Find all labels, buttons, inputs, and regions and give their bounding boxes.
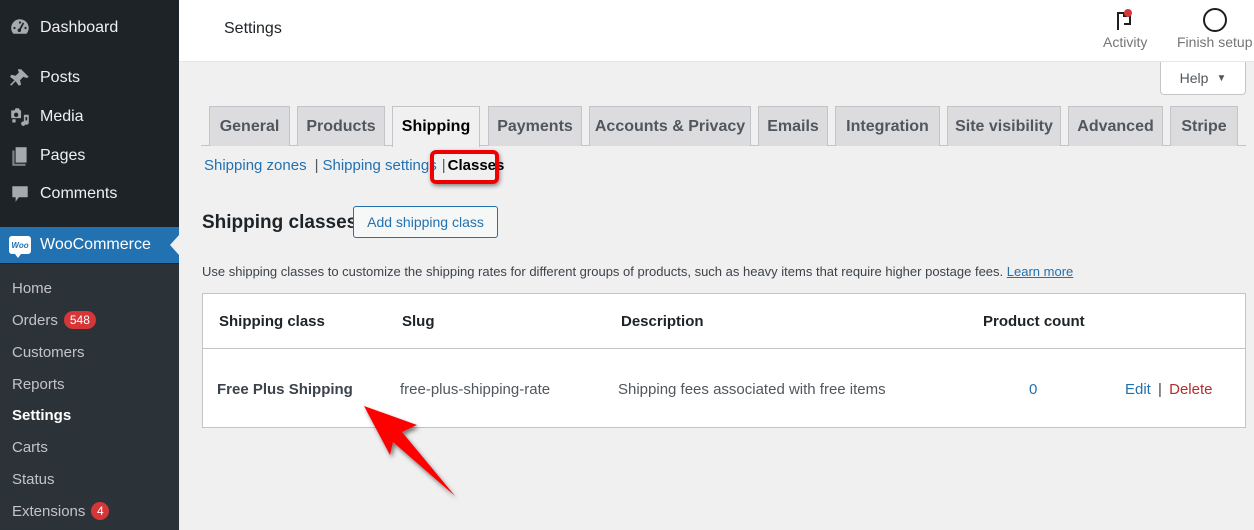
submenu-item-home[interactable]: Home <box>12 276 52 300</box>
settings-tabs: General Products Shipping Payments Accou… <box>201 106 1246 147</box>
current-menu-arrow <box>170 235 179 255</box>
media-icon <box>0 106 40 128</box>
tab-emails[interactable]: Emails <box>758 106 828 146</box>
tab-site-visibility[interactable]: Site visibility <box>947 106 1061 146</box>
annotation-highlight-box <box>430 150 499 184</box>
woocommerce-header: Settings Activity Finish setup <box>179 0 1254 62</box>
activity-button[interactable]: Activity <box>1103 6 1147 50</box>
sidebar-item-label: Media <box>40 108 84 125</box>
sidebar-item-comments[interactable]: Comments <box>0 176 179 212</box>
dashboard-icon <box>0 17 40 39</box>
tab-advanced[interactable]: Advanced <box>1068 106 1163 146</box>
edit-link[interactable]: Edit <box>1125 381 1151 398</box>
sidebar-item-label: Posts <box>40 69 81 86</box>
tab-payments[interactable]: Payments <box>488 106 582 146</box>
section-title: Shipping classes <box>202 212 358 233</box>
add-shipping-class-button[interactable]: Add shipping class <box>353 206 498 238</box>
section-description: Use shipping classes to customize the sh… <box>202 264 1073 279</box>
sidebar-item-label: Pages <box>40 147 86 164</box>
extensions-count-badge: 4 <box>91 502 110 520</box>
tab-general[interactable]: General <box>209 106 290 146</box>
tab-accounts-privacy[interactable]: Accounts & Privacy <box>589 106 751 146</box>
help-label: Help <box>1179 70 1209 86</box>
page-title: Settings <box>224 20 282 37</box>
submenu-label: Orders <box>12 311 58 329</box>
submenu-label: Carts <box>12 438 48 456</box>
annotation-arrow-icon <box>364 406 455 496</box>
column-header-shipping-class: Shipping class <box>219 313 325 330</box>
submenu-item-extensions[interactable]: Extensions 4 <box>12 499 110 523</box>
shipping-class-name: Free Plus Shipping <box>217 381 353 398</box>
sidebar-item-label: Comments <box>40 185 118 202</box>
column-header-description: Description <box>621 313 704 330</box>
woocommerce-submenu: Home Orders 548 Customers Reports Setting… <box>0 264 179 530</box>
product-count-link[interactable]: 0 <box>1029 381 1037 398</box>
woocommerce-icon: Woo <box>9 236 31 258</box>
help-button[interactable]: Help ▼ <box>1160 62 1246 95</box>
submenu-label: Home <box>12 279 53 297</box>
delete-link[interactable]: Delete <box>1169 381 1212 398</box>
subnav-shipping-settings[interactable]: Shipping settings <box>322 157 436 174</box>
subnav-shipping-zones[interactable]: Shipping zones <box>204 157 307 174</box>
description-text: Use shipping classes to customize the sh… <box>202 264 1004 279</box>
table-header: Shipping class Slug Description Product … <box>203 294 1245 349</box>
submenu-item-settings[interactable]: Settings <box>12 403 71 427</box>
submenu-item-customers[interactable]: Customers <box>12 340 85 364</box>
progress-ring-icon <box>1202 6 1228 34</box>
sidebar-item-woocommerce[interactable]: Woo WooCommerce <box>0 227 179 263</box>
sidebar-item-label: Dashboard <box>40 19 119 36</box>
submenu-item-orders[interactable]: Orders 548 <box>12 308 96 332</box>
submenu-item-status[interactable]: Status <box>12 467 55 491</box>
sidebar-item-pages[interactable]: Pages <box>0 138 179 174</box>
flag-icon <box>1114 6 1136 34</box>
orders-count-badge: 548 <box>63 311 96 329</box>
column-header-product-count: Product count <box>983 313 1085 330</box>
submenu-label: Customers <box>12 343 85 361</box>
pushpin-icon <box>0 67 40 89</box>
column-header-slug: Slug <box>402 313 435 330</box>
finish-setup-label: Finish setup <box>1177 34 1253 50</box>
admin-sidebar: Dashboard Posts Media Pages Comments Woo… <box>0 0 179 530</box>
caret-down-icon: ▼ <box>1216 72 1227 84</box>
sidebar-item-media[interactable]: Media <box>0 99 179 135</box>
sidebar-item-posts[interactable]: Posts <box>0 60 179 96</box>
submenu-item-reports[interactable]: Reports <box>12 372 65 396</box>
finish-setup-button[interactable]: Finish setup <box>1177 6 1252 50</box>
tab-products[interactable]: Products <box>297 106 385 146</box>
submenu-item-carts[interactable]: Carts <box>12 435 48 459</box>
tab-integration[interactable]: Integration <box>835 106 940 146</box>
shipping-class-description: Shipping fees associated with free items <box>618 381 886 398</box>
submenu-label: Extensions <box>12 502 86 520</box>
submenu-label: Settings <box>12 406 72 424</box>
shipping-class-slug: free-plus-shipping-rate <box>400 381 551 398</box>
activity-label: Activity <box>1103 34 1148 50</box>
subnav-separator: | <box>314 157 319 174</box>
pages-icon <box>0 145 40 167</box>
learn-more-link[interactable]: Learn more <box>1007 264 1073 279</box>
tab-stripe[interactable]: Stripe <box>1170 106 1238 146</box>
action-separator: | <box>1158 381 1162 398</box>
submenu-label: Status <box>12 470 55 488</box>
sidebar-item-label: WooCommerce <box>40 236 151 253</box>
comment-icon <box>0 183 40 205</box>
tab-shipping[interactable]: Shipping <box>392 106 480 147</box>
submenu-label: Reports <box>12 375 65 393</box>
sidebar-item-dashboard[interactable]: Dashboard <box>0 10 179 46</box>
